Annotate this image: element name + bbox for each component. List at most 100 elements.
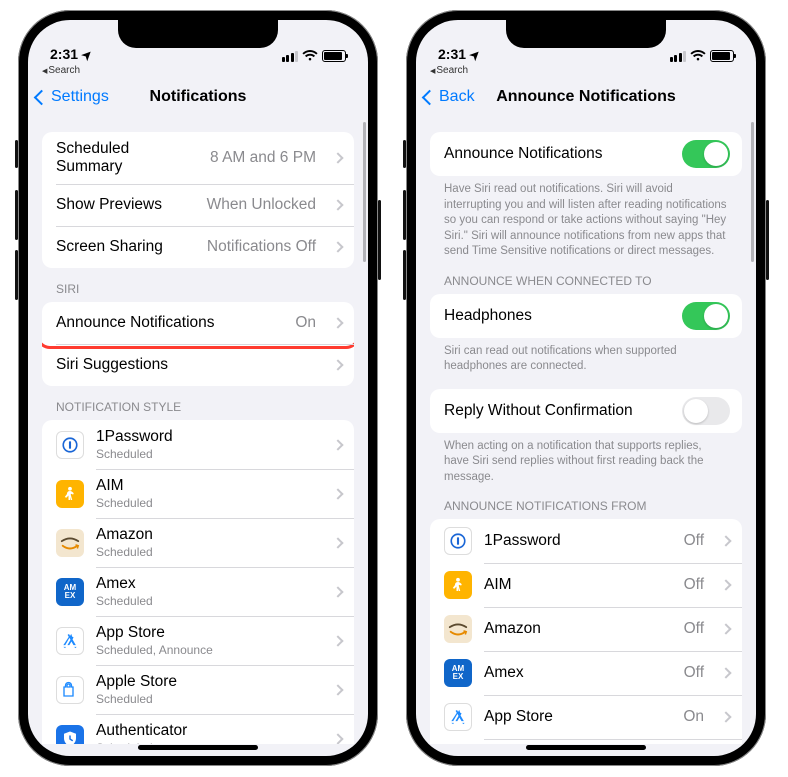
- app-row[interactable]: App Store Scheduled, Announce: [42, 616, 354, 665]
- from-header: ANNOUNCE NOTIFICATIONS FROM: [430, 499, 742, 519]
- reply-toggle[interactable]: [682, 397, 730, 425]
- announce-toggle[interactable]: [682, 140, 730, 168]
- app-sub: Scheduled, Announce: [96, 643, 316, 657]
- app-row[interactable]: AMEX Amex Scheduled: [42, 567, 354, 616]
- app-row[interactable]: AIM Scheduled: [42, 469, 354, 518]
- app-name: Authenticator: [96, 722, 316, 740]
- chevron-right-icon: [332, 199, 343, 210]
- reply-footer: When acting on a notification that suppo…: [430, 433, 742, 486]
- notch: [118, 20, 278, 48]
- cell-signal-icon: [282, 51, 299, 62]
- app-row[interactable]: AIM Off: [430, 563, 742, 607]
- phone-right: 2:31 Search Back Announce Notifications: [406, 10, 766, 766]
- announce-from-group: 1Password Off AIM Off Amazon Off AMEX Am…: [430, 519, 742, 744]
- app-name: Amex: [96, 575, 316, 593]
- chevron-right-icon: [332, 488, 343, 499]
- app-name: Apple Store: [96, 673, 316, 691]
- settings-row[interactable]: Scheduled Summary 8 AM and 6 PM: [42, 132, 354, 184]
- announce-toggle-row[interactable]: Announce Notifications: [430, 132, 742, 176]
- content-scroll[interactable]: Scheduled Summary 8 AM and 6 PM Show Pre…: [28, 118, 368, 744]
- app-name: App Store: [96, 624, 316, 642]
- app-row[interactable]: App Store On: [430, 695, 742, 739]
- app-row[interactable]: Apple Store Off: [430, 739, 742, 744]
- wifi-icon: [302, 50, 318, 62]
- settings-row[interactable]: Show Previews When Unlocked: [42, 184, 354, 226]
- announce-footer: Have Siri read out notifications. Siri w…: [430, 176, 742, 260]
- app-icon-aim: [444, 571, 472, 599]
- page-title: Notifications: [150, 88, 247, 106]
- cell-signal-icon: [670, 51, 687, 62]
- style-header: NOTIFICATION STYLE: [42, 400, 354, 420]
- row-value: When Unlocked: [207, 196, 316, 214]
- row-value: Off: [684, 576, 704, 594]
- settings-row[interactable]: Announce Notifications On: [42, 302, 354, 344]
- phone-left: 2:31 Search Settings Notifications Sched…: [18, 10, 378, 766]
- app-row[interactable]: 1Password Off: [430, 519, 742, 563]
- app-row[interactable]: Authenticator Scheduled: [42, 714, 354, 744]
- location-icon: [82, 46, 92, 62]
- home-indicator[interactable]: [138, 745, 258, 750]
- app-row[interactable]: Amazon Scheduled: [42, 518, 354, 567]
- chevron-right-icon: [332, 439, 343, 450]
- notch: [506, 20, 666, 48]
- chevron-right-icon: [720, 535, 731, 546]
- nav-bar: Back Announce Notifications: [416, 76, 756, 118]
- app-sub: Scheduled: [96, 741, 316, 744]
- connected-header: ANNOUNCE WHEN CONNECTED TO: [430, 274, 742, 294]
- headphones-toggle[interactable]: [682, 302, 730, 330]
- app-icon-amz: [56, 529, 84, 557]
- nav-bar: Settings Notifications: [28, 76, 368, 118]
- location-icon: [470, 46, 480, 62]
- app-sub: Scheduled: [96, 594, 316, 608]
- chevron-right-icon: [332, 152, 343, 163]
- settings-row[interactable]: Siri Suggestions: [42, 344, 354, 386]
- app-name: 1Password: [96, 428, 316, 446]
- app-icon-amex: AMEX: [444, 659, 472, 687]
- headphones-footer: Siri can read out notifications when sup…: [430, 338, 742, 375]
- home-indicator[interactable]: [526, 745, 646, 750]
- app-icon-amex: AMEX: [56, 578, 84, 606]
- row-value: 8 AM and 6 PM: [210, 149, 316, 167]
- chevron-right-icon: [332, 317, 343, 328]
- chevron-right-icon: [332, 241, 343, 252]
- settings-row[interactable]: Screen Sharing Notifications Off: [42, 226, 354, 268]
- page-title: Announce Notifications: [496, 88, 676, 106]
- chevron-right-icon: [720, 667, 731, 678]
- app-sub: Scheduled: [96, 545, 316, 559]
- summary-group: Scheduled Summary 8 AM and 6 PM Show Pre…: [42, 132, 354, 268]
- headphones-row[interactable]: Headphones: [430, 294, 742, 338]
- wifi-icon: [690, 50, 706, 62]
- back-button[interactable]: Back: [424, 88, 475, 106]
- row-value: On: [683, 708, 704, 726]
- app-row[interactable]: Amazon Off: [430, 607, 742, 651]
- app-name: AIM: [96, 477, 316, 495]
- chevron-right-icon: [720, 623, 731, 634]
- row-value: Notifications Off: [207, 238, 316, 256]
- app-icon-as: [56, 627, 84, 655]
- chevron-right-icon: [332, 684, 343, 695]
- app-row[interactable]: 1Password Scheduled: [42, 420, 354, 469]
- app-row[interactable]: AMEX Amex Off: [430, 651, 742, 695]
- row-value: Off: [684, 620, 704, 638]
- app-icon-1p: [444, 527, 472, 555]
- battery-icon: [322, 50, 346, 62]
- chevron-right-icon: [332, 635, 343, 646]
- breadcrumb[interactable]: Search: [416, 64, 756, 76]
- row-value: Off: [684, 664, 704, 682]
- status-time: 2:31: [438, 46, 466, 62]
- reply-row[interactable]: Reply Without Confirmation: [430, 389, 742, 433]
- app-icon-as: [444, 703, 472, 731]
- chevron-right-icon: [332, 359, 343, 370]
- back-button[interactable]: Settings: [36, 88, 109, 106]
- app-row[interactable]: Apple Store Scheduled: [42, 665, 354, 714]
- chevron-right-icon: [720, 579, 731, 590]
- content-scroll[interactable]: Announce Notifications Have Siri read ou…: [416, 118, 756, 744]
- app-icon-amz: [444, 615, 472, 643]
- chevron-right-icon: [332, 733, 343, 744]
- breadcrumb[interactable]: Search: [28, 64, 368, 76]
- battery-icon: [710, 50, 734, 62]
- app-sub: Scheduled: [96, 447, 316, 461]
- app-icon-auth: [56, 725, 84, 745]
- notification-style-group: 1Password Scheduled AIM Scheduled Amazon…: [42, 420, 354, 744]
- chevron-right-icon: [332, 537, 343, 548]
